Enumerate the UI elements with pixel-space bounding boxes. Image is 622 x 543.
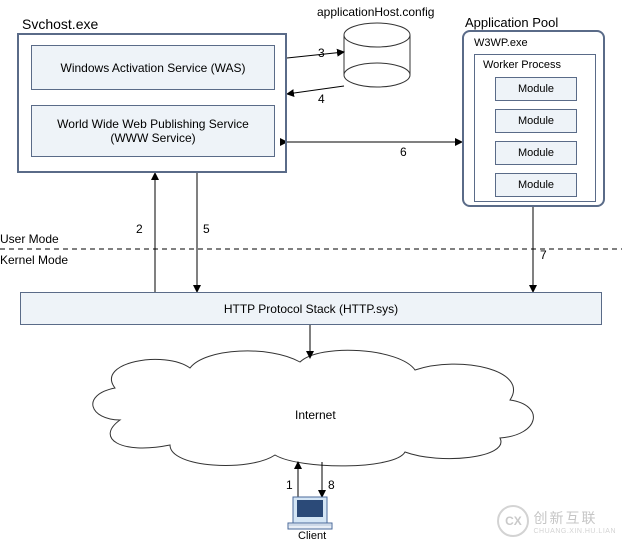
module-box: Module xyxy=(495,77,577,101)
step-4: 4 xyxy=(318,92,325,106)
watermark-zh: 创新互联 xyxy=(533,508,616,528)
user-mode-label: User Mode xyxy=(0,232,59,246)
module-box: Module xyxy=(495,109,577,133)
application-pool-title: Application Pool xyxy=(465,15,558,30)
watermark-logo: CX xyxy=(497,505,529,537)
arrow-3 xyxy=(287,52,344,58)
was-box: Windows Activation Service (WAS) xyxy=(31,45,275,90)
www-service-box: World Wide Web Publishing Service (WWW S… xyxy=(31,105,275,157)
watermark: CX 创新互联 CHUANG.XIN.HU.LIAN xyxy=(497,505,616,537)
client-label: Client xyxy=(298,530,326,542)
httpsys-box: HTTP Protocol Stack (HTTP.sys) xyxy=(20,292,602,325)
kernel-mode-label: Kernel Mode xyxy=(0,253,68,267)
step-3: 3 xyxy=(318,46,325,60)
step-1: 1 xyxy=(286,478,293,492)
apphostconfig-cylinder xyxy=(344,23,410,87)
step-8: 8 xyxy=(328,478,335,492)
w3wp-label: W3WP.exe xyxy=(474,37,528,49)
apphostconfig-label: applicationHost.config xyxy=(317,5,434,19)
step-2: 2 xyxy=(136,222,143,236)
step-7: 7 xyxy=(540,248,547,262)
module-box: Module xyxy=(495,173,577,197)
step-6: 6 xyxy=(400,145,407,159)
internet-label: Internet xyxy=(295,408,336,422)
svchost-title: Svchost.exe xyxy=(22,16,98,32)
worker-process-container: Worker Process Module Module Module Modu… xyxy=(474,54,596,202)
worker-process-label: Worker Process xyxy=(483,59,561,71)
application-pool-container: W3WP.exe Worker Process Module Module Mo… xyxy=(462,30,605,207)
module-box: Module xyxy=(495,141,577,165)
arrow-4 xyxy=(287,86,344,94)
watermark-py: CHUANG.XIN.HU.LIAN xyxy=(533,528,616,535)
client-computer-icon xyxy=(288,497,332,529)
step-5: 5 xyxy=(203,222,210,236)
svchost-container: Windows Activation Service (WAS) World W… xyxy=(17,33,287,173)
